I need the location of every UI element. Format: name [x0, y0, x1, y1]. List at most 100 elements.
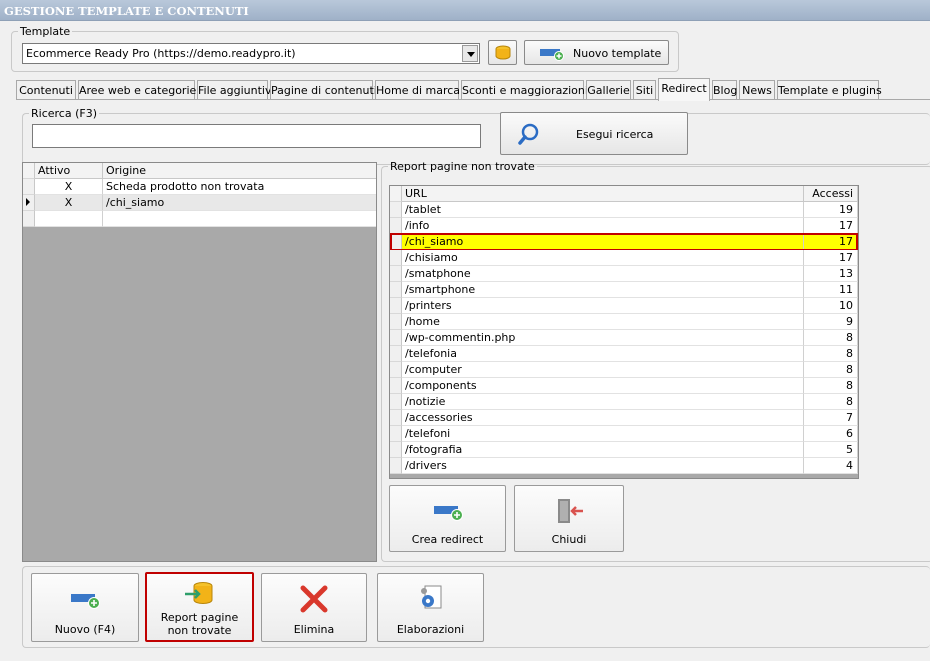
- search-button[interactable]: Esegui ricerca: [500, 112, 688, 155]
- new-button[interactable]: Nuovo (F4): [31, 573, 139, 642]
- row-indicator-new: [23, 211, 35, 227]
- report-row-accessi[interactable]: 8: [804, 346, 858, 362]
- tab-blog[interactable]: Blog: [712, 80, 737, 100]
- report-row-url[interactable]: /notizie: [402, 394, 804, 410]
- tab-aree-web-e-categorie[interactable]: Aree web e categorie: [78, 80, 196, 100]
- report-row-url[interactable]: /chisiamo: [402, 250, 804, 266]
- row-indicator: [390, 250, 402, 266]
- report-row-url[interactable]: /components: [402, 378, 804, 394]
- search-input[interactable]: [32, 124, 481, 148]
- delete-button-label: Elimina: [293, 623, 335, 636]
- redirect-grid[interactable]: Attivo Origine X Scheda prodotto non tro…: [22, 162, 377, 562]
- report-row-accessi[interactable]: 10: [804, 298, 858, 314]
- tab-siti[interactable]: Siti: [633, 80, 656, 100]
- report-row-url[interactable]: /fotografia: [402, 442, 804, 458]
- table-row-attivo[interactable]: X: [35, 195, 103, 211]
- report-grid[interactable]: URL Accessi /tablet 19/info 17/chi_siamo 17…: [389, 185, 859, 479]
- exit-door-icon: [558, 499, 583, 523]
- template-legend: Template: [20, 25, 71, 38]
- column-header-accessi[interactable]: Accessi: [804, 186, 858, 202]
- template-select[interactable]: Ecommerce Ready Pro (https://demo.readyp…: [22, 43, 480, 64]
- tab-file-aggiuntivi[interactable]: File aggiuntivi: [197, 80, 275, 100]
- report-row-accessi[interactable]: 13: [804, 266, 858, 282]
- row-indicator: [390, 458, 402, 474]
- delete-button[interactable]: Elimina: [261, 573, 367, 642]
- add-window-icon: [71, 594, 100, 609]
- row-indicator: [390, 202, 402, 218]
- report-row-accessi[interactable]: 7: [804, 410, 858, 426]
- column-header-origine[interactable]: Origine: [103, 163, 376, 179]
- table-row-origine[interactable]: /chi_siamo: [103, 195, 376, 211]
- grid-corner: [390, 186, 402, 202]
- row-indicator: [390, 410, 402, 426]
- new-button-label: Nuovo (F4): [54, 623, 116, 636]
- table-row-attivo[interactable]: X: [35, 179, 103, 195]
- report-row-accessi[interactable]: 11: [804, 282, 858, 298]
- row-indicator: [390, 282, 402, 298]
- tab-home-di-marca[interactable]: Home di marca: [375, 80, 460, 100]
- report-row-accessi[interactable]: 5: [804, 442, 858, 458]
- tab-news[interactable]: News: [739, 80, 775, 100]
- row-indicator: [390, 218, 402, 234]
- report-button[interactable]: Report pagine non trovate: [145, 572, 254, 642]
- add-window-icon: [433, 506, 463, 521]
- report-row-url[interactable]: /telefoni: [402, 426, 804, 442]
- report-row-accessi[interactable]: 4: [804, 458, 858, 474]
- report-row-url[interactable]: /smartphone: [402, 282, 804, 298]
- row-indicator: [390, 314, 402, 330]
- processing-button[interactable]: Elaborazioni: [377, 573, 484, 642]
- window-title: GESTIONE TEMPLATE E CONTENUTI: [0, 0, 930, 21]
- report-row-url[interactable]: /smatphone: [402, 266, 804, 282]
- report-row-accessi[interactable]: 8: [804, 394, 858, 410]
- row-indicator: [390, 378, 402, 394]
- report-row-url[interactable]: /computer: [402, 362, 804, 378]
- chevron-down-icon[interactable]: [462, 45, 478, 62]
- tab-sconti-e-maggiorazioni[interactable]: Sconti e maggiorazioni: [461, 80, 588, 100]
- report-row-accessi[interactable]: 9: [804, 314, 858, 330]
- row-indicator: [23, 179, 35, 195]
- grid-corner: [23, 163, 35, 179]
- row-indicator: [390, 442, 402, 458]
- report-row-url[interactable]: /drivers: [402, 458, 804, 474]
- delete-icon: [300, 585, 328, 613]
- column-header-attivo[interactable]: Attivo: [35, 163, 103, 179]
- report-row-accessi[interactable]: 8: [804, 330, 858, 346]
- tab-redirect[interactable]: Redirect: [658, 78, 710, 101]
- report-row-accessi[interactable]: 8: [804, 362, 858, 378]
- report-row-url[interactable]: /wp-commentin.php: [402, 330, 804, 346]
- report-row-url[interactable]: /info: [402, 218, 804, 234]
- new-template-label: Nuovo template: [573, 47, 662, 60]
- report-row-url[interactable]: /printers: [402, 298, 804, 314]
- tab-contenuti[interactable]: Contenuti: [16, 80, 76, 100]
- tab-gallerie[interactable]: Gallerie: [586, 80, 631, 100]
- report-row-accessi[interactable]: 19: [804, 202, 858, 218]
- search-button-label: Esegui ricerca: [576, 128, 654, 141]
- report-row-url[interactable]: /tablet: [402, 202, 804, 218]
- database-button[interactable]: [488, 40, 517, 65]
- create-redirect-button[interactable]: Crea redirect: [389, 485, 506, 552]
- row-indicator: [390, 330, 402, 346]
- database-icon: [495, 45, 510, 60]
- new-row-origine[interactable]: [103, 211, 376, 227]
- tab-template-e-plugins[interactable]: Template e plugins: [777, 80, 882, 100]
- close-label: Chiudi: [551, 533, 587, 546]
- table-row-origine[interactable]: Scheda prodotto non trovata: [103, 179, 376, 195]
- report-row-accessi[interactable]: 6: [804, 426, 858, 442]
- report-row-url[interactable]: /accessories: [402, 410, 804, 426]
- report-row-accessi[interactable]: 17: [804, 218, 858, 234]
- row-indicator: [390, 346, 402, 362]
- column-header-url[interactable]: URL: [402, 186, 804, 202]
- tab-pagine-di-contenuti[interactable]: Pagine di contenuti: [270, 80, 377, 100]
- template-select-value: Ecommerce Ready Pro (https://demo.readyp…: [26, 47, 296, 60]
- close-button[interactable]: Chiudi: [514, 485, 624, 552]
- report-row-accessi[interactable]: 8: [804, 378, 858, 394]
- row-indicator: [390, 362, 402, 378]
- new-template-button[interactable]: Nuovo template: [524, 40, 669, 65]
- new-row-attivo[interactable]: [35, 211, 103, 227]
- report-row-accessi[interactable]: 17: [804, 250, 858, 266]
- report-row-url[interactable]: /telefonia: [402, 346, 804, 362]
- highlight-frame: [390, 233, 858, 251]
- report-row-url[interactable]: /home: [402, 314, 804, 330]
- add-window-icon: [540, 49, 564, 61]
- row-indicator: [390, 426, 402, 442]
